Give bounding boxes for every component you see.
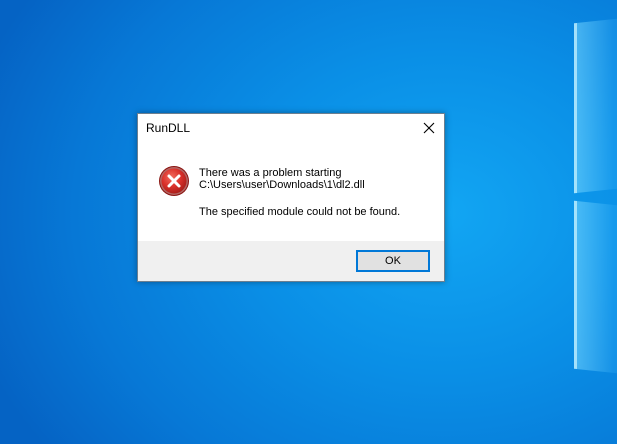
- logo-pane-top: [574, 16, 617, 194]
- error-message-detail: The specified module could not be found.: [199, 206, 401, 218]
- error-icon: [159, 166, 189, 196]
- rundll-dialog: RunDLL There was a problem starting C:\U…: [137, 113, 445, 282]
- dialog-content: There was a problem starting C:\Users\us…: [138, 143, 444, 241]
- ok-button[interactable]: OK: [356, 250, 430, 272]
- error-message-line1: There was a problem starting: [199, 167, 342, 179]
- dialog-footer: OK: [138, 241, 444, 281]
- dialog-titlebar[interactable]: RunDLL: [138, 114, 444, 143]
- close-button[interactable]: [414, 114, 444, 143]
- error-message-path: C:\Users\user\Downloads\1\dl2.dll: [199, 179, 365, 191]
- logo-pane-bottom: [574, 200, 617, 376]
- windows-logo-background: [568, 0, 617, 444]
- close-icon: [423, 122, 435, 134]
- dialog-title: RunDLL: [146, 121, 191, 135]
